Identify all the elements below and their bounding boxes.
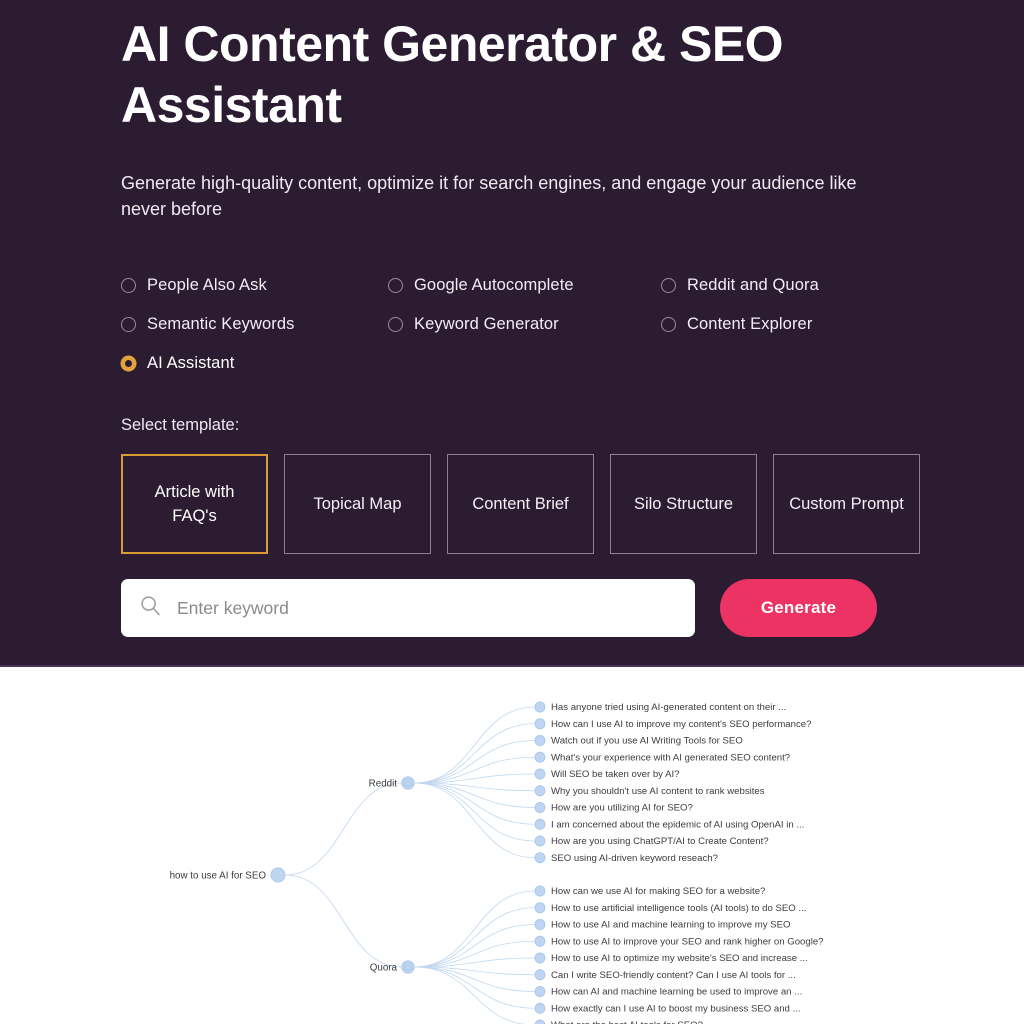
svg-text:How to use AI to optimize my w: How to use AI to optimize my website's S… xyxy=(551,953,808,964)
mode-radio-group: People Also Ask Google Autocomplete Redd… xyxy=(121,266,981,383)
svg-text:Reddit: Reddit xyxy=(369,778,398,789)
radio-indicator-selected-icon xyxy=(121,356,136,371)
radio-label: Keyword Generator xyxy=(414,315,559,333)
radio-label: Google Autocomplete xyxy=(414,276,574,294)
template-card-row: Article with FAQ's Topical Map Content B… xyxy=(121,454,981,554)
template-card-article-with-faqs[interactable]: Article with FAQ's xyxy=(121,454,268,554)
svg-text:Watch out if you use AI Writin: Watch out if you use AI Writing Tools fo… xyxy=(551,736,743,747)
svg-text:Can I write SEO-friendly conte: Can I write SEO-friendly content? Can I … xyxy=(551,970,796,981)
svg-text:What are the best AI tools for: What are the best AI tools for SEO? xyxy=(551,1020,703,1024)
svg-text:How can we use AI for making S: How can we use AI for making SEO for a w… xyxy=(551,886,765,897)
svg-text:How are you using ChatGPT/AI t: How are you using ChatGPT/AI to Create C… xyxy=(551,836,769,847)
page-root: AI Content Generator & SEO Assistant Gen… xyxy=(0,0,1024,1024)
radio-reddit-and-quora[interactable]: Reddit and Quora xyxy=(661,266,941,305)
svg-text:How exactly can I use AI to bo: How exactly can I use AI to boost my bus… xyxy=(551,1003,801,1014)
svg-text:What's your experience with AI: What's your experience with AI generated… xyxy=(551,752,790,763)
radio-label: AI Assistant xyxy=(147,354,235,372)
radio-indicator-icon xyxy=(388,317,403,332)
radio-people-also-ask[interactable]: People Also Ask xyxy=(121,266,388,305)
hero-section: AI Content Generator & SEO Assistant Gen… xyxy=(0,0,1024,667)
radio-ai-assistant[interactable]: AI Assistant xyxy=(121,344,388,383)
generate-button[interactable]: Generate xyxy=(720,579,877,637)
radio-label: Reddit and Quora xyxy=(687,276,819,294)
template-card-silo-structure[interactable]: Silo Structure xyxy=(610,454,757,554)
radio-label: People Also Ask xyxy=(147,276,267,294)
template-card-topical-map[interactable]: Topical Map xyxy=(284,454,431,554)
svg-text:SEO using AI-driven keyword re: SEO using AI-driven keyword reseach? xyxy=(551,853,718,864)
page-title: AI Content Generator & SEO Assistant xyxy=(121,16,784,133)
mindmap-svg[interactable]: Has anyone tried using AI-generated cont… xyxy=(0,669,1024,1024)
page-subtitle: Generate high-quality content, optimize … xyxy=(121,173,857,219)
radio-google-autocomplete[interactable]: Google Autocomplete xyxy=(388,266,661,305)
mindmap-nodes: Has anyone tried using AI-generated cont… xyxy=(170,701,824,1024)
svg-text:How to use artificial intellig: How to use artificial intelligence tools… xyxy=(551,903,806,914)
radio-label: Semantic Keywords xyxy=(147,315,295,333)
svg-text:How can AI and machine learnin: How can AI and machine learning be used … xyxy=(551,987,802,998)
search-box[interactable] xyxy=(121,579,695,637)
radio-indicator-icon xyxy=(661,317,676,332)
svg-text:How can I use AI to improve my: How can I use AI to improve my content's… xyxy=(551,719,811,730)
radio-indicator-icon xyxy=(661,278,676,293)
mindmap-panel: Has anyone tried using AI-generated cont… xyxy=(0,669,1024,1024)
radio-keyword-generator[interactable]: Keyword Generator xyxy=(388,305,661,344)
radio-semantic-keywords[interactable]: Semantic Keywords xyxy=(121,305,388,344)
radio-label: Content Explorer xyxy=(687,315,813,333)
hero-content: AI Content Generator & SEO Assistant Gen… xyxy=(121,0,981,637)
template-card-content-brief[interactable]: Content Brief xyxy=(447,454,594,554)
svg-text:How to use AI to improve your: How to use AI to improve your SEO and ra… xyxy=(551,936,824,947)
search-row: Generate xyxy=(121,579,981,637)
radio-indicator-icon xyxy=(121,278,136,293)
svg-text:I am concerned about the epide: I am concerned about the epidemic of AI … xyxy=(551,819,804,830)
svg-text:Will SEO be taken over by AI?: Will SEO be taken over by AI? xyxy=(551,769,680,780)
radio-indicator-icon xyxy=(121,317,136,332)
radio-indicator-icon xyxy=(388,278,403,293)
svg-text:Quora: Quora xyxy=(370,962,398,973)
svg-text:How to use AI and machine lear: How to use AI and machine learning to im… xyxy=(551,920,790,931)
select-template-label: Select template: xyxy=(121,416,240,434)
svg-text:how to use AI for SEO: how to use AI for SEO xyxy=(170,870,267,881)
radio-content-explorer[interactable]: Content Explorer xyxy=(661,305,941,344)
search-icon xyxy=(140,595,161,621)
mindmap-edges xyxy=(284,706,536,1024)
template-card-custom-prompt[interactable]: Custom Prompt xyxy=(773,454,920,554)
svg-text:How are you utilizing AI for S: How are you utilizing AI for SEO? xyxy=(551,803,693,814)
svg-text:Has anyone tried using AI-gene: Has anyone tried using AI-generated cont… xyxy=(551,702,786,713)
search-input[interactable] xyxy=(177,597,657,619)
svg-text:Why you shouldn't use AI conte: Why you shouldn't use AI content to rank… xyxy=(551,786,765,797)
